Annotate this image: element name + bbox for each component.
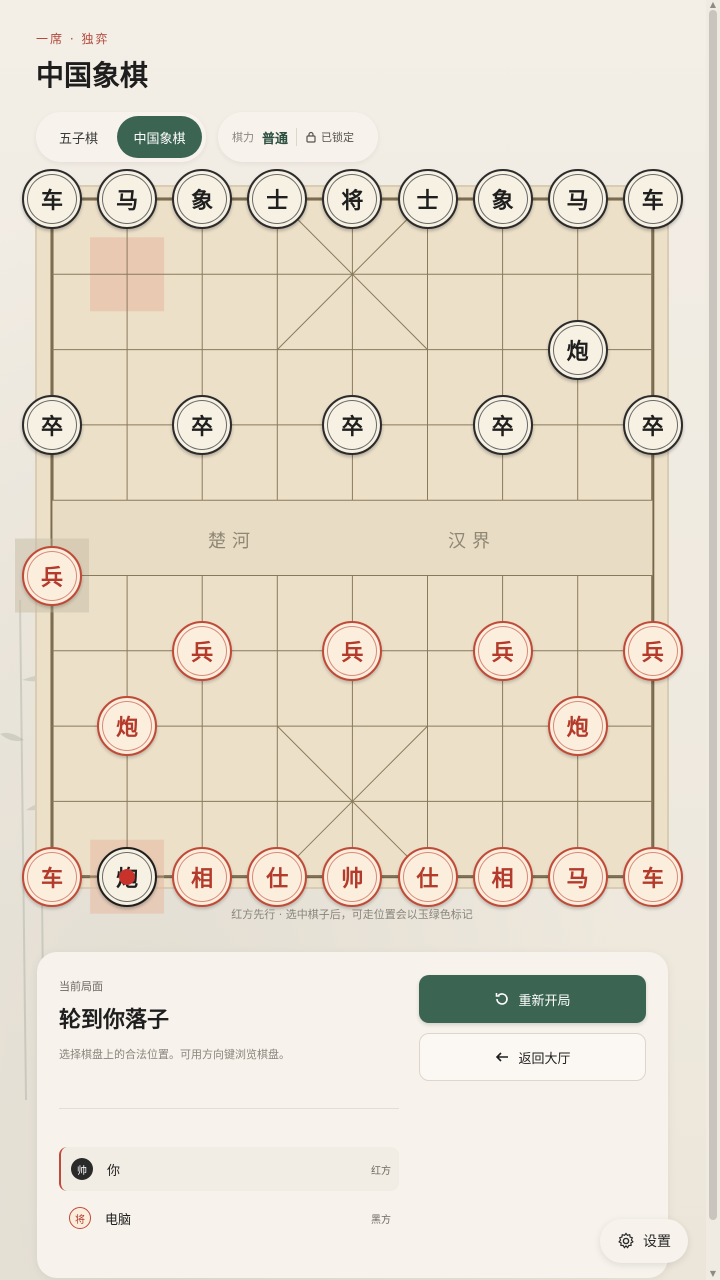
piece-red[interactable]: 仕 <box>397 846 458 907</box>
turn-status: 轮到你落子 <box>59 1007 170 1033</box>
piece-black[interactable]: 士 <box>247 169 308 229</box>
piece-black[interactable]: 车 <box>22 169 82 229</box>
piece-black[interactable]: 车 <box>622 169 683 229</box>
arrow-left-icon <box>496 1052 509 1062</box>
player-side: 黑方 <box>371 1214 391 1226</box>
river-label-han: 汉界 <box>448 531 496 552</box>
turn-description: 选择棋盘上的合法位置。可用方向键浏览棋盘。 <box>59 1048 290 1061</box>
river <box>52 500 653 576</box>
piece-red[interactable]: 马 <box>547 846 608 907</box>
piece-black[interactable]: 卒 <box>472 394 533 455</box>
piece-black[interactable]: 将 <box>322 169 383 229</box>
gear-icon <box>618 1232 634 1249</box>
piece-black[interactable]: 士 <box>397 169 458 229</box>
restart-label: 重新开局 <box>518 993 571 1009</box>
selected-marker-icon <box>119 868 136 885</box>
piece-black[interactable]: 马 <box>97 169 158 229</box>
board-hint: 红方先行 · 选中棋子后，可走位置会以玉绿色标记 <box>231 908 473 921</box>
player-side: 红方 <box>371 1165 391 1177</box>
settings-button[interactable]: 设置 <box>600 1219 688 1263</box>
back-to-lobby-button[interactable]: 返回大厅 <box>419 1033 646 1081</box>
board-grid <box>15 185 669 914</box>
player-row-computer: 将 电脑 黑方 <box>59 1196 399 1240</box>
piece-red[interactable]: 兵 <box>472 620 533 681</box>
player-name: 电脑 <box>105 1212 132 1228</box>
player-row-you: 帅 你 红方 <box>59 1147 399 1191</box>
panel-divider <box>59 1108 399 1109</box>
status-panel: 当前局面 轮到你落子 选择棋盘上的合法位置。可用方向键浏览棋盘。 重新开局 返回… <box>37 952 668 1278</box>
piece-black[interactable]: 卒 <box>172 394 233 455</box>
piece-red[interactable]: 炮 <box>547 696 608 757</box>
piece-black[interactable]: 卒 <box>22 394 82 455</box>
piece-red[interactable]: 兵 <box>622 620 683 681</box>
river-label-chu: 楚河 <box>208 531 256 552</box>
player-badge: 帅 <box>71 1158 93 1180</box>
piece-red[interactable]: 帅 <box>322 846 383 907</box>
player-name: 你 <box>107 1163 121 1179</box>
piece-black[interactable]: 象 <box>472 169 533 229</box>
piece-black[interactable]: 卒 <box>622 394 683 455</box>
piece-black[interactable]: 卒 <box>322 394 383 455</box>
piece-red[interactable]: 仕 <box>247 846 308 907</box>
chess-board[interactable]: 楚河 汉界 车马象士将士象马车炮卒卒卒卒卒兵兵兵兵兵炮炮车炮相仕帅仕相马车 <box>0 0 720 940</box>
restart-button[interactable]: 重新开局 <box>419 975 646 1023</box>
piece-black[interactable]: 象 <box>172 169 233 229</box>
piece-red[interactable]: 车 <box>622 846 683 907</box>
piece-red[interactable]: 相 <box>472 846 533 907</box>
settings-label: 设置 <box>643 1234 671 1250</box>
piece-black[interactable]: 炮 <box>547 319 608 380</box>
player-badge: 将 <box>69 1207 91 1229</box>
piece-red[interactable]: 炮 <box>97 696 158 757</box>
back-label: 返回大厅 <box>518 1051 571 1067</box>
piece-red[interactable]: 兵 <box>22 545 82 606</box>
piece-red[interactable]: 车 <box>22 846 82 907</box>
panel-eyebrow: 当前局面 <box>59 980 103 993</box>
restart-icon <box>496 993 509 1005</box>
piece-black[interactable]: 马 <box>547 169 608 229</box>
piece-red[interactable]: 兵 <box>322 620 383 681</box>
piece-red[interactable]: 兵 <box>172 620 233 681</box>
piece-red[interactable]: 相 <box>172 846 233 907</box>
scroll-down-arrow-icon[interactable]: ▼ <box>709 1270 717 1278</box>
